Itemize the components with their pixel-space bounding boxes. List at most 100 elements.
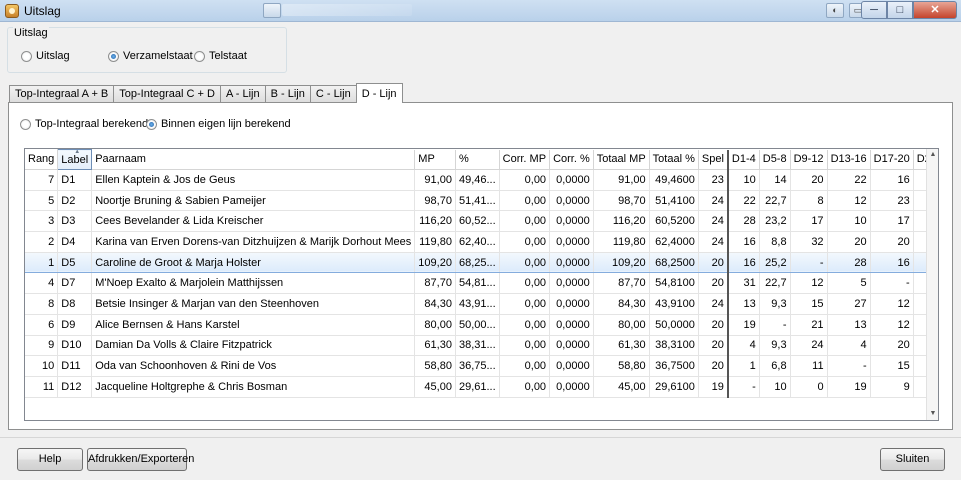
cell-d1-4[interactable]: 1 — [727, 355, 760, 377]
cell-d5-8[interactable]: 23,2 — [759, 210, 791, 233]
cell-rang[interactable]: 11 — [25, 376, 59, 398]
cell-corr[interactable]: 0,0000 — [549, 190, 594, 212]
cell-d5-8[interactable]: 22,7 — [759, 190, 791, 212]
cell-paarnaam[interactable]: Cees Bevelander & Lida Kreischer — [91, 210, 416, 233]
cell-totaal-mp[interactable]: 61,30 — [593, 335, 650, 357]
cell-d9-12[interactable]: 11 — [790, 355, 828, 377]
cell-totaal-mp[interactable]: 58,80 — [593, 355, 650, 377]
cell-spel[interactable]: 20 — [698, 251, 729, 274]
cell-corr[interactable]: 0,0000 — [549, 251, 594, 274]
cell-paarnaam[interactable]: Betsie Insinger & Marjan van den Steenho… — [91, 293, 416, 315]
cell-paarnaam[interactable]: Jacqueline Holtgrephe & Chris Bosman — [91, 376, 416, 398]
radio-uitslag[interactable]: Uitslag — [21, 50, 70, 62]
cell-d13-16[interactable]: - — [827, 355, 871, 377]
cell-d9-12[interactable]: 21 — [790, 314, 828, 336]
radio-telstaat-dot[interactable] — [194, 50, 205, 62]
radio-verzamelstaat-dot[interactable] — [108, 50, 119, 62]
cell-label[interactable]: D8 — [57, 293, 93, 315]
cell-label[interactable]: D9 — [57, 314, 93, 336]
cell-d17-20[interactable]: 17 — [870, 210, 914, 233]
cell-mp[interactable]: 109,20 — [414, 251, 456, 274]
cell-[interactable]: 68,25... — [455, 251, 500, 274]
cell-label[interactable]: D3 — [57, 210, 93, 233]
table-row[interactable]: 6 D9 Alice Bernsen & Hans Karstel 80,00 50,0… — [25, 314, 938, 336]
print-export-button[interactable]: Afdrukken/Exporteren — [87, 448, 194, 471]
table-row[interactable]: 1 D5 Caroline de Groot & Marja Holster 109,… — [25, 251, 938, 274]
radio-top-integraal-dot[interactable] — [20, 118, 31, 130]
cell-d1-4[interactable]: 28 — [727, 210, 760, 233]
table-row[interactable]: 7 D1 Ellen Kaptein & Jos de Geus 91,00 49,46… — [25, 169, 938, 191]
cell-rang[interactable]: 1 — [25, 251, 59, 274]
cell-rang[interactable]: 2 — [25, 231, 59, 253]
cell-d1-4[interactable]: - — [727, 376, 760, 398]
cell-[interactable]: 38,31... — [455, 335, 500, 357]
column-header-label[interactable]: ▲ Label — [57, 149, 93, 170]
cell-spel[interactable]: 24 — [698, 210, 729, 233]
cell-paarnaam[interactable]: Caroline de Groot & Marja Holster — [91, 251, 416, 274]
cell-corr-mp[interactable]: 0,00 — [499, 169, 551, 191]
table-row[interactable]: 3 D3 Cees Bevelander & Lida Kreischer 116,2… — [25, 210, 938, 233]
cell-d1-4[interactable]: 4 — [727, 335, 760, 357]
cell-[interactable]: 60,52... — [455, 210, 500, 233]
cell-d5-8[interactable]: 6,8 — [759, 355, 791, 377]
cell-[interactable]: 29,61... — [455, 376, 500, 398]
cell-d9-12[interactable]: 8 — [790, 190, 828, 212]
cell-mp[interactable]: 84,30 — [414, 293, 456, 315]
cell-d17-20[interactable]: - — [870, 272, 914, 295]
cell-[interactable]: 50,00... — [455, 314, 500, 336]
scroll-up-icon[interactable]: ▲ — [927, 149, 938, 161]
cell-corr-mp[interactable]: 0,00 — [499, 251, 551, 274]
cell-mp[interactable]: 87,70 — [414, 272, 456, 295]
cell-d1-4[interactable]: 16 — [727, 231, 760, 253]
tab-top-integraal-c-d[interactable]: Top-Integraal C + D — [113, 85, 221, 103]
cell-totaal-mp[interactable]: 45,00 — [593, 376, 650, 398]
cell-rang[interactable]: 10 — [25, 355, 59, 377]
radio-telstaat[interactable]: Telstaat — [194, 50, 247, 62]
cell-d17-20[interactable]: 12 — [870, 314, 914, 336]
cell-paarnaam[interactable]: Noortje Bruning & Sabien Pameijer — [91, 190, 416, 212]
cell-totaal[interactable]: 50,0000 — [649, 314, 699, 336]
cell-paarnaam[interactable]: Ellen Kaptein & Jos de Geus — [91, 169, 416, 191]
column-header-spel[interactable]: Spel — [698, 149, 729, 170]
cell-label[interactable]: D2 — [57, 190, 93, 212]
cell-d13-16[interactable]: 20 — [827, 231, 871, 253]
column-header-mp[interactable]: MP — [414, 149, 456, 170]
cell-totaal-mp[interactable]: 109,20 — [593, 251, 650, 274]
tab-a-lijn[interactable]: A - Lijn — [219, 85, 266, 103]
cell-spel[interactable]: 24 — [698, 231, 729, 253]
cell-[interactable]: 43,91... — [455, 293, 500, 315]
cell-[interactable]: 51,41... — [455, 190, 500, 212]
cell-totaal-mp[interactable]: 91,00 — [593, 169, 650, 191]
cell-d1-4[interactable]: 16 — [727, 251, 760, 274]
cell-d9-12[interactable]: 17 — [790, 210, 828, 233]
cell-d13-16[interactable]: 12 — [827, 190, 871, 212]
help-button[interactable]: Help — [17, 448, 83, 471]
cell-d13-16[interactable]: 28 — [827, 251, 871, 274]
table-row[interactable]: 2 D4 Karina van Erven Dorens-van Ditzhuijz… — [25, 231, 938, 253]
cell-rang[interactable]: 3 — [25, 210, 59, 233]
cell-spel[interactable]: 20 — [698, 314, 729, 336]
tab-d-lijn[interactable]: D - Lijn — [355, 83, 403, 103]
cell-totaal[interactable]: 60,5200 — [649, 210, 699, 233]
tab-c-lijn[interactable]: C - Lijn — [309, 85, 357, 103]
cell-d1-4[interactable]: 22 — [727, 190, 760, 212]
cell-spel[interactable]: 19 — [698, 376, 729, 398]
cell-d1-4[interactable]: 10 — [727, 169, 760, 191]
cell-label[interactable]: D1 — [57, 169, 93, 191]
column-header-corr-mp[interactable]: Corr. MP — [499, 149, 551, 170]
cell-d5-8[interactable]: 10 — [759, 376, 791, 398]
close-window-button[interactable]: ✕ — [913, 1, 957, 19]
cell-mp[interactable]: 116,20 — [414, 210, 456, 233]
cell-corr[interactable]: 0,0000 — [549, 272, 594, 295]
cell-paarnaam[interactable]: Oda van Schoonhoven & Rini de Vos — [91, 355, 416, 377]
cell-d9-12[interactable]: 32 — [790, 231, 828, 253]
cell-d1-4[interactable]: 19 — [727, 314, 760, 336]
cell-corr[interactable]: 0,0000 — [549, 335, 594, 357]
column-header-d9-12[interactable]: D9-12 — [790, 149, 828, 170]
close-button[interactable]: Sluiten — [880, 448, 945, 471]
cell-d13-16[interactable]: 19 — [827, 376, 871, 398]
radio-top-integraal-berekend[interactable]: Top-Integraal berekend — [20, 118, 148, 130]
cell-d13-16[interactable]: 10 — [827, 210, 871, 233]
cell-d9-12[interactable]: 20 — [790, 169, 828, 191]
cell-mp[interactable]: 45,00 — [414, 376, 456, 398]
